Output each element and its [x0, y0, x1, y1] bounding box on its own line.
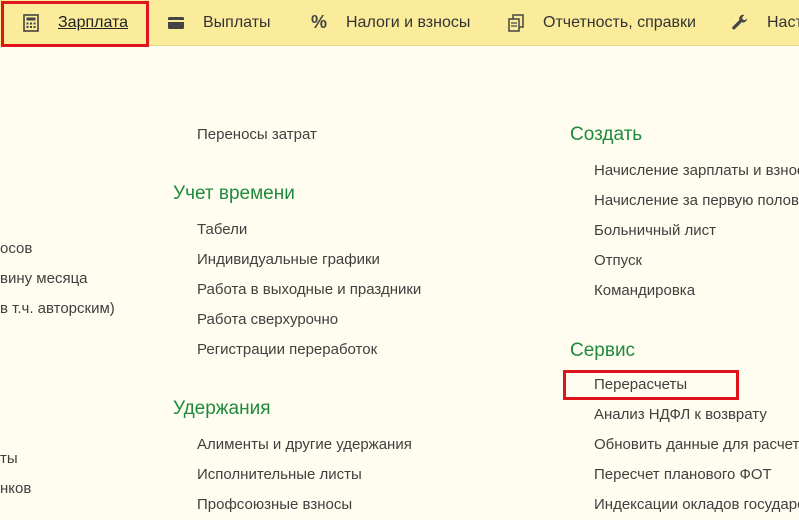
tab-reports-label: Отчетность, справки — [543, 13, 696, 31]
percent-icon: % — [310, 12, 327, 32]
link-timesheets[interactable]: Табели — [197, 221, 247, 238]
link-planned-payroll-recalc[interactable]: Пересчет планового ФОТ — [594, 466, 799, 483]
link-first-half-accrual[interactable]: Начисление за первую половину месяца — [594, 192, 799, 209]
left-item[interactable]: нков — [0, 480, 31, 497]
tab-payments[interactable]: Выплаты — [167, 0, 271, 45]
tab-reports[interactable]: Отчетность, справки — [507, 0, 696, 45]
link-writs[interactable]: Исполнительные листы — [197, 466, 362, 483]
tab-settings[interactable]: Настройка — [731, 0, 799, 45]
group-title-create: Создать — [570, 124, 643, 145]
link-business-trip[interactable]: Командировка — [594, 282, 695, 299]
group-title-service: Сервис — [570, 340, 636, 361]
wrench-icon — [731, 14, 749, 32]
link-sick-leave[interactable]: Больничный лист — [594, 222, 716, 239]
link-payroll-accrual[interactable]: Начисление зарплаты и взносов — [594, 162, 799, 179]
link-individual-schedules[interactable]: Индивидуальные графики — [197, 251, 380, 268]
tab-taxes-label: Налоги и взносы — [346, 13, 471, 31]
link-alimony[interactable]: Алименты и другие удержания — [197, 436, 412, 453]
tab-salary[interactable]: Зарплата — [22, 0, 128, 45]
link-union-fees[interactable]: Профсоюзные взносы — [197, 496, 352, 513]
group-title-deductions: Удержания — [173, 398, 271, 419]
link-overtime[interactable]: Работа сверхурочно — [197, 311, 338, 328]
tab-salary-label: Зарплата — [58, 13, 129, 31]
tab-payments-label: Выплаты — [203, 13, 271, 31]
reports-icon — [507, 13, 525, 32]
tab-settings-label: Настройка — [767, 13, 799, 31]
group-title-time-tracking: Учет времени — [173, 183, 295, 204]
link-holiday-work[interactable]: Работа в выходные и праздники — [197, 281, 421, 298]
left-item[interactable]: осов — [0, 240, 32, 257]
calculator-icon — [22, 13, 40, 32]
link-cost-transfers[interactable]: Переносы затрат — [197, 126, 317, 143]
left-item[interactable]: в т.ч. авторским) — [0, 300, 115, 317]
section-bar: Зарплата Выплаты % Налоги и взносы Отчет… — [0, 0, 799, 46]
left-item[interactable]: ты — [0, 450, 18, 467]
link-salary-indexation[interactable]: Индексации окладов государственных — [594, 496, 799, 513]
link-recalculations[interactable]: Перерасчеты — [594, 376, 687, 393]
link-overwork-registrations[interactable]: Регистрации переработок — [197, 341, 377, 358]
link-ndfl-refund-analysis[interactable]: Анализ НДФЛ к возврату — [594, 406, 799, 423]
wallet-icon — [167, 14, 185, 32]
link-vacation[interactable]: Отпуск — [594, 252, 642, 269]
tab-taxes[interactable]: % Налоги и взносы — [310, 0, 470, 45]
left-item[interactable]: вину месяца — [0, 270, 88, 287]
link-update-calc-data[interactable]: Обновить данные для расчета — [594, 436, 799, 453]
